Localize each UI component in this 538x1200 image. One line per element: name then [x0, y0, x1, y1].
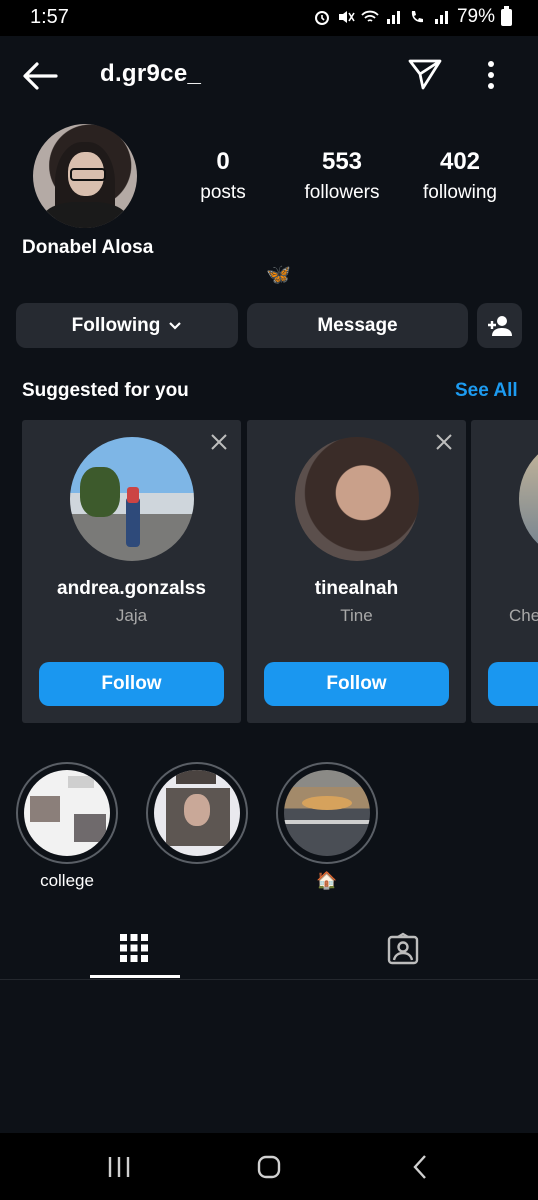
back-arrow-icon[interactable] [20, 58, 60, 94]
followers-stat[interactable]: 553 followers [287, 148, 397, 204]
follow-button[interactable]: Follow [264, 662, 449, 706]
message-button[interactable]: Message [247, 303, 468, 348]
suggestion-name: Che [509, 606, 538, 625]
status-time: 1:57 [30, 6, 69, 28]
posts-count: 0 [216, 148, 230, 175]
follow-button[interactable]: Follow [39, 662, 224, 706]
posts-stat[interactable]: 0 posts [168, 148, 278, 204]
follow-button[interactable] [488, 662, 538, 706]
send-icon[interactable] [406, 56, 444, 92]
profile-avatar[interactable] [33, 124, 137, 228]
suggest-people-button[interactable] [477, 303, 522, 348]
close-icon[interactable] [209, 432, 229, 452]
following-label-text: Following [71, 314, 161, 336]
battery-icon [501, 5, 512, 26]
highlight-label: college [40, 871, 94, 890]
followers-label: followers [304, 182, 380, 203]
tab-divider [0, 979, 538, 980]
story-highlight[interactable] [146, 762, 248, 864]
profile-full-name: Donabel Alosa [22, 237, 154, 258]
following-count: 402 [439, 148, 481, 175]
suggestion-name: Tine [340, 606, 373, 625]
signal-icon-2 [434, 11, 448, 24]
mute-icon [338, 11, 355, 23]
following-label: following [423, 182, 497, 203]
recent-apps-icon[interactable] [106, 1155, 132, 1179]
message-label-text: Message [317, 314, 398, 336]
suggestion-username[interactable]: tinealnah [247, 578, 466, 600]
add-person-icon [487, 315, 512, 336]
alarm-icon [314, 11, 329, 25]
grid-icon[interactable] [118, 932, 150, 964]
battery-percent: 79% [456, 6, 495, 27]
suggestion-card[interactable]: tinealnah Tine Follow [247, 420, 466, 723]
suggestion-username[interactable]: andrea.gonzalss [22, 578, 241, 600]
suggestion-name: Jaja [115, 606, 148, 625]
suggestion-avatar[interactable] [70, 437, 194, 561]
story-highlight[interactable] [16, 762, 118, 864]
close-icon[interactable] [434, 432, 454, 452]
story-highlight[interactable] [276, 762, 378, 864]
home-icon[interactable] [256, 1154, 282, 1180]
call-icon [411, 11, 423, 23]
suggested-title: Suggested for you [22, 380, 189, 401]
following-button[interactable]: Following [16, 303, 238, 348]
profile-bio: 🦋 [266, 264, 291, 286]
status-icons: 79% [313, 5, 512, 28]
status-bar: 1:57 79% [0, 0, 538, 36]
highlight-label: 🏠 [316, 871, 338, 890]
chevron-down-icon [169, 321, 182, 330]
suggestion-card[interactable]: Che [471, 420, 538, 723]
signal-icon [386, 11, 400, 24]
profile-username: d.gr9ce_ [100, 60, 202, 87]
suggestion-avatar[interactable] [295, 437, 419, 561]
back-nav-icon[interactable] [410, 1154, 430, 1180]
suggestion-card[interactable]: andrea.gonzalss Jaja Follow [22, 420, 241, 723]
system-nav-bar [0, 1133, 538, 1200]
followers-count: 553 [321, 148, 363, 175]
more-options-icon[interactable] [476, 58, 506, 92]
following-stat[interactable]: 402 following [405, 148, 515, 204]
tagged-icon[interactable] [386, 932, 420, 966]
active-tab-indicator [90, 975, 180, 978]
suggestion-avatar[interactable] [519, 437, 538, 561]
see-all-link[interactable]: See All [455, 380, 518, 402]
posts-label: posts [200, 182, 246, 203]
wifi-icon [361, 10, 379, 22]
